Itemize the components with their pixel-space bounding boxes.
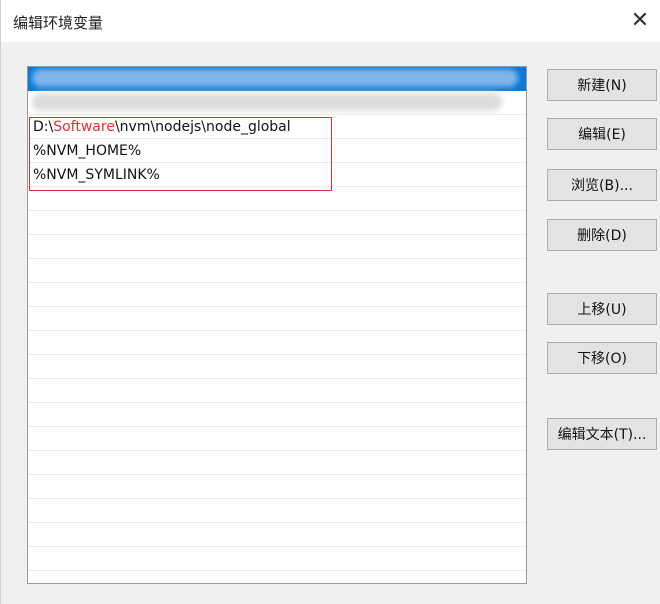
empty-list-row [28, 499, 526, 523]
path-segment: D:\ [33, 119, 54, 135]
empty-list-row [28, 307, 526, 331]
empty-list-row [28, 547, 526, 571]
obscured-text [32, 93, 502, 111]
dialog-title: 编辑环境变量 [13, 14, 104, 32]
list-item[interactable]: %NVM_SYMLINK% [28, 163, 526, 187]
obscured-text [32, 69, 518, 87]
new-button[interactable]: 新建(N) [547, 69, 657, 101]
close-icon[interactable]: ✕ [625, 6, 655, 36]
edit-button[interactable]: 编辑(E) [547, 118, 657, 150]
edit-env-variable-dialog: 编辑环境变量 ✕ D:\Software\nvm\nodejs\node_glo… [0, 0, 660, 604]
path-segment: \nvm\nodejs\node_global [114, 119, 291, 135]
empty-list-row [28, 235, 526, 259]
edit-text-button[interactable]: 编辑文本(T)... [547, 418, 657, 450]
list-item[interactable]: %NVM_HOME% [28, 139, 526, 163]
empty-list-row [28, 379, 526, 403]
list-item[interactable] [28, 91, 526, 115]
empty-list-row [28, 187, 526, 211]
empty-list-row [28, 523, 526, 547]
title-bar: 编辑环境变量 ✕ [1, 0, 660, 42]
delete-button[interactable]: 删除(D) [547, 219, 657, 251]
empty-list-row [28, 475, 526, 499]
empty-list-row [28, 211, 526, 235]
empty-list-row [28, 403, 526, 427]
move-down-button[interactable]: 下移(O) [547, 342, 657, 374]
path-list[interactable]: D:\Software\nvm\nodejs\node_global %NVM_… [27, 66, 527, 584]
empty-list-row [28, 283, 526, 307]
empty-list-row [28, 355, 526, 379]
list-item-label: %NVM_HOME% [33, 143, 142, 159]
path-segment-highlighted: Software [53, 119, 115, 135]
empty-list-row [28, 427, 526, 451]
empty-list-row [28, 259, 526, 283]
browse-button[interactable]: 浏览(B)... [547, 169, 657, 201]
empty-list-row [28, 331, 526, 355]
move-up-button[interactable]: 上移(U) [547, 293, 657, 325]
list-item-label: %NVM_SYMLINK% [33, 167, 160, 183]
list-item[interactable] [28, 67, 526, 91]
empty-list-row [28, 451, 526, 475]
list-item[interactable]: D:\Software\nvm\nodejs\node_global [28, 115, 526, 139]
